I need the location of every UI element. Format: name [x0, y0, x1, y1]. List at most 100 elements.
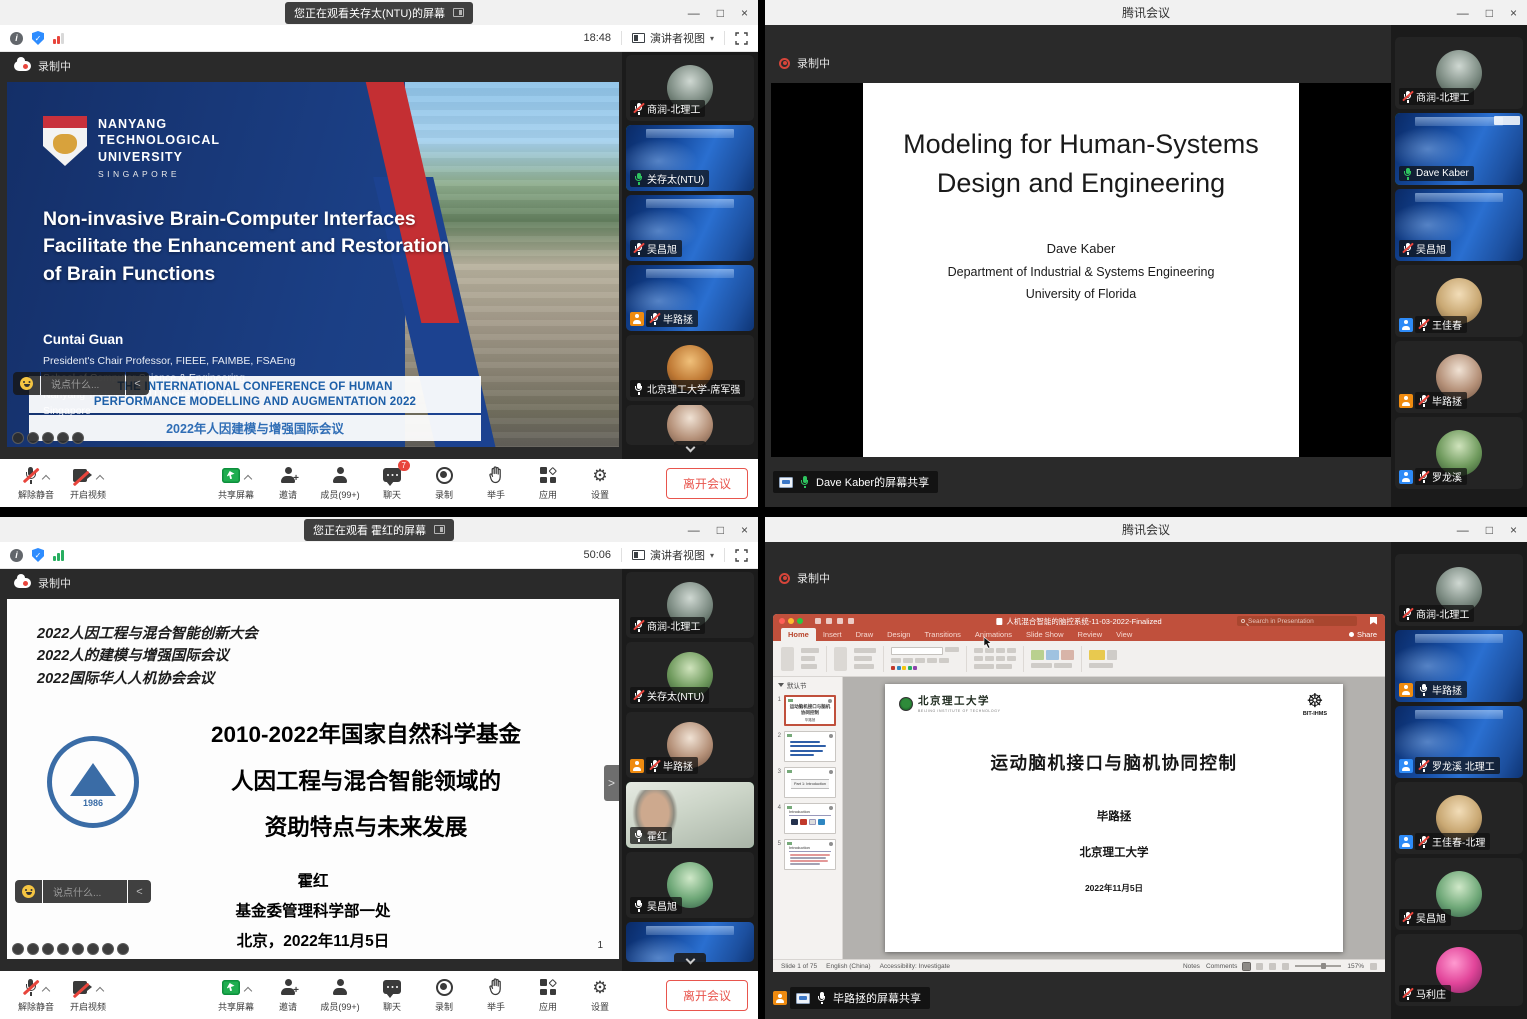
- fullscreen-icon[interactable]: [735, 549, 748, 562]
- annotation-tool-icon[interactable]: [117, 943, 129, 955]
- maximize-button[interactable]: □: [1486, 7, 1493, 19]
- settings-button[interactable]: ⚙ 设置: [574, 459, 626, 507]
- participant-tile[interactable]: 吴昌旭: [626, 195, 754, 261]
- comments-button[interactable]: Comments: [1206, 963, 1237, 970]
- invite-button[interactable]: + 邀请: [262, 459, 314, 507]
- minimize-button[interactable]: —: [688, 7, 700, 19]
- emoji-button[interactable]: [15, 880, 42, 903]
- participant-tile[interactable]: 吴昌旭: [1395, 189, 1523, 261]
- notes-button[interactable]: Notes: [1183, 963, 1200, 970]
- participant-tile[interactable]: 毕路拯: [626, 265, 754, 331]
- normal-view-icon[interactable]: [1243, 963, 1250, 970]
- chevron-up-icon[interactable]: [96, 474, 104, 482]
- tab-insert[interactable]: Insert: [816, 628, 849, 641]
- reading-view-icon[interactable]: [1269, 963, 1276, 970]
- tab-design[interactable]: Design: [880, 628, 917, 641]
- collapse-chat-button[interactable]: <: [126, 372, 149, 395]
- participant-tile[interactable]: 吴昌旭: [1395, 858, 1523, 930]
- view-mode-dropdown[interactable]: 演讲者视图 ▾: [632, 547, 714, 563]
- maximize-button[interactable]: □: [717, 7, 724, 19]
- leave-meeting-button[interactable]: 离开会议: [666, 468, 748, 499]
- apps-button[interactable]: 应用: [522, 971, 574, 1019]
- minimize-button[interactable]: —: [688, 524, 700, 536]
- share-screen-button[interactable]: 共享屏幕: [210, 971, 262, 1019]
- zoom-slider[interactable]: [1295, 965, 1341, 967]
- fullscreen-icon[interactable]: [735, 32, 748, 45]
- slide-thumbnail-1[interactable]: 运动脑机接口与脑机协同控制 毕路拯: [784, 695, 836, 726]
- participant-tile[interactable]: 王佳春-北理: [1395, 782, 1523, 854]
- annotation-toolbar[interactable]: [12, 432, 84, 444]
- close-button[interactable]: ×: [741, 524, 748, 536]
- slide-thumbnail-panel[interactable]: 默认节 1 运动脑机接口与脑机协同控制 毕路拯 2: [773, 677, 843, 959]
- info-icon[interactable]: i: [10, 549, 23, 562]
- raise-hand-button[interactable]: 举手: [470, 459, 522, 507]
- chat-button[interactable]: 7 聊天: [366, 459, 418, 507]
- maximize-button[interactable]: □: [1486, 524, 1493, 536]
- chevron-up-icon[interactable]: [42, 986, 50, 994]
- layout-switch-icon[interactable]: [453, 8, 464, 17]
- annotation-tool-icon[interactable]: [87, 943, 99, 955]
- paste-button[interactable]: [781, 647, 794, 671]
- members-button[interactable]: 成员(99+): [314, 459, 366, 507]
- section-header[interactable]: 默认节: [775, 680, 838, 690]
- sidebar-scroll-down[interactable]: [674, 441, 706, 456]
- slide-sorter-icon[interactable]: [1256, 963, 1263, 970]
- invite-button[interactable]: + 邀请: [262, 971, 314, 1019]
- annotation-tool-icon[interactable]: [42, 943, 54, 955]
- record-button[interactable]: 录制: [418, 971, 470, 1019]
- close-button[interactable]: ×: [1510, 7, 1517, 19]
- emoji-button[interactable]: [13, 372, 40, 395]
- participant-tile[interactable]: 罗龙溪 北理工: [1395, 706, 1523, 778]
- participant-tile[interactable]: 毕路拯: [1395, 341, 1523, 413]
- participant-tile[interactable]: 王佳春: [1395, 265, 1523, 337]
- chat-button[interactable]: 聊天: [366, 971, 418, 1019]
- start-video-button[interactable]: 开启视频: [62, 459, 114, 507]
- presenter-flag-icon[interactable]: [1370, 617, 1377, 625]
- fit-slide-icon[interactable]: [1370, 963, 1377, 970]
- maximize-button[interactable]: □: [717, 524, 724, 536]
- slideshow-icon[interactable]: [1282, 963, 1289, 970]
- ribbon-toolbar[interactable]: [773, 641, 1385, 677]
- start-video-button[interactable]: 开启视频: [62, 971, 114, 1019]
- participant-tile-active-speaker[interactable]: 关存太(NTU): [626, 125, 754, 191]
- info-icon[interactable]: i: [10, 32, 23, 45]
- tab-slide-show[interactable]: Slide Show: [1019, 628, 1071, 641]
- security-shield-icon[interactable]: ✓: [32, 548, 44, 562]
- slide-thumbnail-3[interactable]: Part 1: Introduction: [784, 767, 836, 798]
- annotation-tool-icon[interactable]: [57, 432, 69, 444]
- sidebar-scroll-down[interactable]: [674, 953, 706, 968]
- participant-tile[interactable]: 罗龙溪: [1395, 417, 1523, 489]
- participant-tile[interactable]: 商润-北理工: [626, 572, 754, 638]
- annotation-tool-icon[interactable]: [27, 943, 39, 955]
- record-button[interactable]: 录制: [418, 459, 470, 507]
- annotation-tool-icon[interactable]: [57, 943, 69, 955]
- search-input[interactable]: Search in Presentation: [1237, 616, 1357, 626]
- accessibility-status[interactable]: Accessibility: Investigate: [880, 963, 950, 970]
- close-button[interactable]: ×: [741, 7, 748, 19]
- annotation-tool-icon[interactable]: [72, 943, 84, 955]
- annotation-tool-icon[interactable]: [12, 432, 24, 444]
- settings-button[interactable]: ⚙ 设置: [574, 971, 626, 1019]
- new-slide-button[interactable]: [834, 647, 847, 671]
- participant-tile[interactable]: 马利庄: [1395, 934, 1523, 1006]
- participant-tile[interactable]: 商润-北理工: [1395, 554, 1523, 626]
- participant-tile[interactable]: 吴昌旭: [626, 852, 754, 918]
- participant-tile[interactable]: 北京理工大学-席军强: [626, 335, 754, 401]
- layout-switch-icon[interactable]: [434, 525, 445, 534]
- raise-hand-button[interactable]: 举手: [470, 971, 522, 1019]
- leave-meeting-button[interactable]: 离开会议: [666, 980, 748, 1011]
- annotation-tool-icon[interactable]: [102, 943, 114, 955]
- language-indicator[interactable]: English (China): [826, 963, 870, 970]
- participant-tile-partial[interactable]: [626, 405, 754, 445]
- annotation-tool-icon[interactable]: [27, 432, 39, 444]
- annotation-toolbar[interactable]: [12, 943, 129, 955]
- members-button[interactable]: 成员(99+): [314, 971, 366, 1019]
- annotation-tool-icon[interactable]: [42, 432, 54, 444]
- annotation-tool-icon[interactable]: [72, 432, 84, 444]
- next-slide-arrow[interactable]: >: [604, 765, 619, 801]
- chat-input[interactable]: 说点什么...: [43, 880, 127, 903]
- chat-input[interactable]: 说点什么...: [41, 372, 125, 395]
- font-name-box[interactable]: [891, 647, 943, 655]
- participant-tile[interactable]: 毕路拯: [626, 712, 754, 778]
- chevron-up-icon[interactable]: [96, 986, 104, 994]
